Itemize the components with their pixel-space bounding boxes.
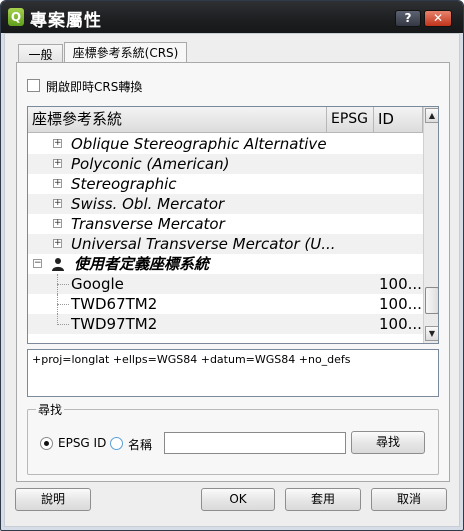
expand-plus-icon[interactable]: + — [53, 199, 62, 208]
scrollbar-thumb[interactable] — [425, 287, 438, 314]
help-button[interactable]: 說明 — [15, 488, 91, 511]
search-input[interactable] — [164, 432, 346, 454]
otf-crs-checkbox[interactable] — [27, 79, 40, 92]
crs-name: TWD67TM2 — [71, 295, 158, 313]
ok-button[interactable]: OK — [201, 488, 275, 511]
tree-branch-line — [57, 284, 69, 285]
window-title: 專案屬性 — [30, 11, 102, 31]
crs-id: 100... — [379, 275, 422, 293]
epsg-id-radio-label[interactable]: EPSG ID — [58, 436, 106, 450]
projection-label: Polyconic (American) — [71, 155, 230, 173]
help-title-button[interactable]: ? — [395, 10, 421, 27]
tree-branch-line — [57, 324, 69, 325]
projection-label: Stereographic — [71, 175, 177, 193]
tree-row[interactable]: + Polyconic (American) — [28, 154, 423, 174]
projection-label: Oblique Stereographic Alternative — [71, 135, 327, 153]
column-header-crs[interactable]: 座標參考系統 — [28, 107, 327, 133]
tree-row-user-group[interactable]: − 使用者定義座標系統 — [28, 254, 423, 274]
projection-label: Universal Transverse Mercator (U... — [71, 235, 336, 253]
tab-general[interactable]: 一般 — [18, 44, 63, 63]
tree-row[interactable]: + Oblique Stereographic Alternative — [28, 134, 423, 154]
projection-label: Transverse Mercator — [71, 215, 225, 233]
apply-button[interactable]: 套用 — [285, 488, 361, 511]
expand-plus-icon[interactable]: + — [53, 159, 62, 168]
find-button[interactable]: 尋找 — [351, 431, 425, 454]
tree-row[interactable]: TWD97TM2 100... — [28, 314, 423, 334]
tab-crs[interactable]: 座標參考系統(CRS) — [64, 42, 187, 63]
tree-branch-line — [57, 304, 69, 305]
dialog-client-area: 一般 座標參考系統(CRS) 開啟即時CRS轉換 座標參考系統 EPSG ID … — [4, 33, 460, 527]
tree-row[interactable]: + Transverse Mercator — [28, 214, 423, 234]
projection-label: Swiss. Obl. Mercator — [71, 195, 225, 213]
column-header-id[interactable]: ID — [374, 107, 423, 133]
close-button[interactable]: ✕ — [424, 10, 452, 27]
title-bar[interactable]: Q 專案屬性 ? ✕ — [1, 1, 463, 33]
crs-tab-panel: 開啟即時CRS轉換 座標參考系統 EPSG ID + Oblique Stere… — [16, 62, 450, 482]
crs-id: 100... — [379, 295, 422, 313]
crs-tree-header: 座標參考系統 EPSG ID — [28, 107, 423, 133]
tree-row[interactable]: + Stereographic — [28, 174, 423, 194]
search-group-title: 尋找 — [36, 401, 65, 418]
project-properties-dialog: Q 專案屬性 ? ✕ 一般 座標參考系統(CRS) 開啟即時CRS轉換 座標參考… — [0, 0, 464, 531]
name-radio-label[interactable]: 名稱 — [128, 436, 152, 453]
user-defined-group-label: 使用者定義座標系統 — [74, 255, 210, 273]
crs-name: Google — [71, 275, 124, 293]
name-radio[interactable] — [110, 437, 123, 450]
scroll-down-icon[interactable]: ▼ — [425, 326, 438, 341]
cancel-button[interactable]: 取消 — [371, 488, 447, 511]
crs-tree-rows: + Oblique Stereographic Alternative + Po… — [28, 134, 423, 334]
crs-id: 100... — [379, 315, 422, 333]
proj-string-display[interactable]: +proj=longlat +ellps=WGS84 +datum=WGS84 … — [27, 349, 439, 397]
column-header-epsg[interactable]: EPSG — [327, 107, 374, 133]
qgis-app-icon: Q — [8, 8, 24, 26]
crs-name: TWD97TM2 — [71, 315, 158, 333]
epsg-id-radio[interactable] — [40, 437, 53, 450]
expand-plus-icon[interactable]: + — [53, 179, 62, 188]
crs-tree[interactable]: 座標參考系統 EPSG ID + Oblique Stereographic A… — [27, 106, 439, 344]
tree-row[interactable]: TWD67TM2 100... — [28, 294, 423, 314]
expand-plus-icon[interactable]: + — [53, 219, 62, 228]
tree-row[interactable]: Google 100... — [28, 274, 423, 294]
collapse-minus-icon[interactable]: − — [33, 259, 42, 268]
otf-crs-checkbox-label[interactable]: 開啟即時CRS轉換 — [46, 78, 142, 95]
crs-tree-scrollbar[interactable]: ▲ ▼ — [423, 107, 438, 343]
search-groupbox: 尋找 EPSG ID 名稱 尋找 — [27, 401, 439, 475]
tree-row[interactable]: + Universal Transverse Mercator (U... — [28, 234, 423, 254]
tree-row[interactable]: + Swiss. Obl. Mercator — [28, 194, 423, 214]
user-icon — [52, 258, 64, 271]
scroll-up-icon[interactable]: ▲ — [425, 108, 438, 123]
expand-plus-icon[interactable]: + — [53, 139, 62, 148]
expand-plus-icon[interactable]: + — [53, 239, 62, 248]
